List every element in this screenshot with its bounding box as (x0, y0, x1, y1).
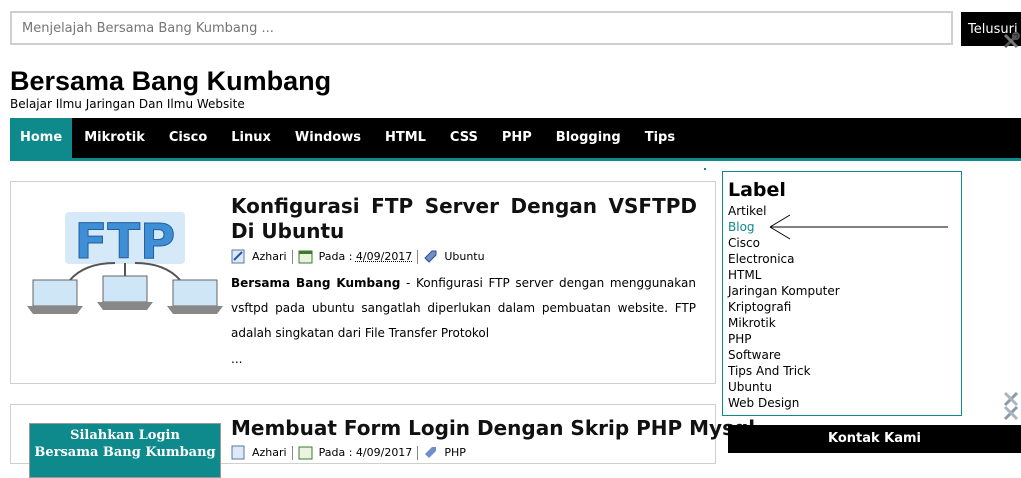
post-excerpt: Bersama Bang Kumbang - Konfigurasi FTP s… (231, 271, 696, 346)
tools-icon[interactable] (1002, 32, 1020, 50)
site-description: Belajar Ilmu Jaringan Dan Ilmu Website (10, 97, 245, 111)
search-input[interactable] (10, 11, 953, 45)
tag-icon (424, 250, 437, 263)
arrow-annotation (769, 214, 948, 240)
read-more[interactable]: ... (231, 347, 696, 372)
label-item[interactable]: Ubuntu (728, 379, 840, 395)
calendar-icon (298, 250, 313, 264)
nav-item-windows[interactable]: Windows (283, 118, 373, 158)
post-category[interactable]: Ubuntu (444, 250, 484, 263)
nav-item-tips[interactable]: Tips (633, 118, 687, 158)
label-item[interactable]: Web Design (728, 395, 840, 411)
site-title[interactable]: Bersama Bang Kumbang (10, 66, 331, 97)
nav-item-mikrotik[interactable]: Mikrotik (72, 118, 157, 158)
post-meta: Azhari Pada : 4/09/2017 Ubuntu (231, 249, 485, 264)
label-item[interactable]: Tips And Trick (728, 363, 840, 379)
author-icon (231, 249, 245, 264)
label-item[interactable]: Electronica (728, 251, 840, 267)
label-item[interactable]: Kriptografi (728, 299, 840, 315)
nav-item-linux[interactable]: Linux (219, 118, 283, 158)
svg-text:FTP: FTP (75, 214, 176, 270)
nav-item-css[interactable]: CSS (438, 118, 490, 158)
label-widget: Label Artikel Blog Cisco Electronica HTM… (722, 171, 962, 416)
label-item[interactable]: Mikrotik (728, 315, 840, 331)
meta-divider (291, 249, 293, 264)
main-nav: Home Mikrotik Cisco Linux Windows HTML C… (10, 118, 1021, 161)
meta-divider (417, 249, 419, 264)
nav-item-blogging[interactable]: Blogging (544, 118, 633, 158)
label-item[interactable]: Jaringan Komputer (728, 283, 840, 299)
ftp-thumbnail[interactable]: FTP (25, 208, 225, 323)
thumb-line-1: Silahkan Login (70, 428, 180, 443)
label-item[interactable]: Software (728, 347, 840, 363)
nav-item-cisco[interactable]: Cisco (157, 118, 219, 158)
post-title[interactable]: Konfigurasi FTP Server Dengan VSFTPD Di … (231, 194, 697, 244)
label-title: Label (728, 179, 786, 201)
login-thumbnail[interactable]: Silahkan Login Bersama Bang Kumbang (29, 423, 221, 478)
nav-item-home[interactable]: Home (10, 118, 73, 158)
label-item[interactable]: HTML (728, 267, 840, 283)
date-label: Pada : (318, 250, 353, 263)
post-title[interactable]: Membuat Form Login Dengan Skrip PHP Mysq… (231, 416, 755, 441)
nav-item-html[interactable]: HTML (373, 118, 438, 158)
tools-icon[interactable] (1002, 404, 1020, 422)
decorative-dot (704, 168, 706, 170)
contact-widget-title: Kontak Kami (728, 425, 1021, 453)
post-author[interactable]: Azhari (252, 250, 287, 263)
excerpt-lead: Bersama Bang Kumbang (231, 276, 401, 290)
post-date[interactable]: 4/09/2017 (356, 250, 412, 263)
nav-item-php[interactable]: PHP (490, 118, 544, 158)
label-item[interactable]: PHP (728, 331, 840, 347)
